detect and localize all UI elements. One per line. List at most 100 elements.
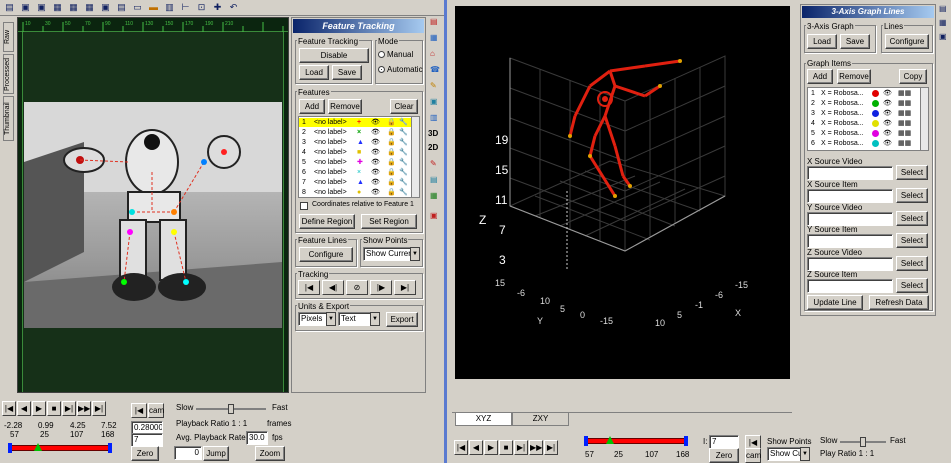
feature-list[interactable]: 1 <no label> + 👁 🔒 🔧 2 <no label> × 👁 🔒 … — [298, 116, 420, 198]
source-select-button[interactable]: Select — [896, 233, 928, 248]
graph-item-row[interactable]: 3 X = Robosa... 👁 ▦▦ — [808, 109, 928, 118]
slider-end-handle[interactable] — [108, 443, 112, 453]
toolbar-icon-12[interactable]: ⊢ — [179, 1, 192, 14]
toolbar-icon-8[interactable]: ▤ — [115, 1, 128, 14]
feature-row[interactable]: 6 <no label> × 👁 🔒 🔧 — [299, 168, 419, 177]
lock-icon[interactable]: 🔒 — [387, 148, 396, 157]
feature-row[interactable]: 2 <no label> × 👁 🔒 🔧 — [299, 128, 419, 137]
tool-icon[interactable]: 🔧 — [399, 128, 408, 137]
graph-item-copy-button[interactable]: Copy — [899, 69, 927, 84]
source-select-button[interactable]: Select — [896, 165, 928, 180]
jump-field[interactable]: 0 — [174, 446, 202, 460]
graph-item-row[interactable]: 2 X = Robosa... 👁 ▦▦ — [808, 99, 928, 108]
disable-button[interactable]: Disable — [299, 48, 369, 63]
tool-icon[interactable]: 🔧 — [399, 188, 408, 197]
lock-icon[interactable]: 🔒 — [387, 188, 396, 197]
side-icon[interactable]: ▤ — [430, 175, 438, 184]
fast-forward-button[interactable]: ▶▶ — [77, 401, 91, 416]
eye-icon[interactable]: 👁 — [883, 129, 892, 138]
eye-icon[interactable]: 👁 — [371, 118, 380, 127]
eye-icon[interactable]: 👁 — [883, 109, 892, 118]
graph-items-list[interactable]: 1 X = Robosa... 👁 ▦▦ 2 X = Robosa... 👁 ▦… — [807, 87, 929, 151]
tab-raw[interactable]: Raw — [3, 22, 14, 52]
source-field[interactable] — [807, 166, 893, 180]
tab-processed[interactable]: Processed — [3, 54, 14, 94]
track-start-button[interactable]: |◀ — [298, 280, 320, 295]
tool-icon[interactable]: 🔧 — [399, 148, 408, 157]
grid-icon[interactable]: ▦▦ — [898, 99, 911, 108]
eye-icon[interactable]: 👁 — [883, 99, 892, 108]
feature-row[interactable]: 7 <no label> ▲ 👁 🔒 🔧 — [299, 178, 419, 187]
frame-range-slider[interactable] — [8, 443, 112, 453]
graph-item-row[interactable]: 5 X = Robosa... 👁 ▦▦ — [808, 129, 928, 138]
side-icon[interactable]: ✎ — [430, 81, 437, 90]
step-back-button[interactable]: ◀ — [17, 401, 31, 416]
define-region-button[interactable]: Define Region — [299, 214, 355, 229]
tab-xyz[interactable]: XYZ — [455, 413, 512, 426]
toolbar-icon-6[interactable]: ▦ — [83, 1, 96, 14]
coords-relative-checkbox[interactable] — [300, 202, 308, 210]
eye-icon[interactable]: 👁 — [371, 168, 380, 177]
eye-icon[interactable]: 👁 — [371, 148, 380, 157]
eye-icon[interactable]: 👁 — [371, 188, 380, 197]
slider-end-handle[interactable] — [684, 436, 688, 446]
lock-icon[interactable]: 🔒 — [387, 138, 396, 147]
feature-lines-configure-button[interactable]: Configure — [299, 247, 353, 262]
track-forward-button[interactable]: |▶ — [370, 280, 392, 295]
source-field[interactable] — [807, 279, 893, 293]
toolbar-icon-9[interactable]: ▭ — [131, 1, 144, 14]
tool-icon[interactable]: 🔧 — [399, 158, 408, 167]
feature-row[interactable]: 3 <no label> ▲ 👁 🔒 🔧 — [299, 138, 419, 147]
play-button[interactable]: ▶ — [32, 401, 46, 416]
frame-field[interactable]: 7 — [131, 433, 163, 447]
toolbar-icon-7[interactable]: ▣ — [99, 1, 112, 14]
feature-clear-button[interactable]: Clear — [390, 99, 418, 114]
goto-start-button[interactable]: |◀ — [2, 401, 16, 416]
graph-item-remove-button[interactable]: Remove — [837, 69, 871, 84]
grid-icon[interactable]: ▦▦ — [898, 89, 911, 98]
lock-icon[interactable]: 🔒 — [387, 158, 396, 167]
side-icon[interactable]: ▤ — [430, 17, 438, 26]
side-icon[interactable]: ▦ — [430, 191, 438, 200]
source-select-button[interactable]: Select — [896, 188, 928, 203]
fast-forward-button[interactable]: ▶▶ — [529, 440, 543, 455]
toolbar-icon-11[interactable]: ▥ — [163, 1, 176, 14]
camera-button[interactable]: cam — [745, 448, 761, 463]
side-icon[interactable]: ▣ — [430, 97, 438, 106]
source-select-button[interactable]: Select — [896, 211, 928, 226]
graph-items-scrollbar[interactable] — [920, 88, 928, 150]
side-icon[interactable]: ☎ — [430, 65, 440, 74]
goto-end-button[interactable]: ▶| — [544, 440, 558, 455]
source-field[interactable] — [807, 212, 893, 226]
manual-radio[interactable] — [378, 51, 385, 58]
refresh-data-button[interactable]: Refresh Data — [869, 295, 929, 310]
step-forward-button[interactable]: ▶| — [62, 401, 76, 416]
show-points-select[interactable]: Show Curren — [363, 247, 411, 261]
lock-icon[interactable]: 🔒 — [387, 168, 396, 177]
tool-icon[interactable]: 🔧 — [399, 168, 408, 177]
source-select-button[interactable]: Select — [896, 278, 928, 293]
side-icon[interactable]: ▦ — [430, 33, 438, 42]
feature-add-button[interactable]: Add — [299, 99, 325, 114]
zero-button[interactable]: Zero — [131, 446, 159, 461]
toolbar-icon-13[interactable]: ⊡ — [195, 1, 208, 14]
export-button[interactable]: Export — [386, 312, 418, 327]
avg-rate-field[interactable]: 30.0 — [246, 431, 268, 445]
ft-load-button[interactable]: Load — [299, 65, 329, 80]
feature-remove-button[interactable]: Remove — [328, 99, 362, 114]
feature-row[interactable]: 5 <no label> ✚ 👁 🔒 🔧 — [299, 158, 419, 167]
stop-button[interactable]: ■ — [47, 401, 61, 416]
graph-item-add-button[interactable]: Add — [807, 69, 833, 84]
tab-zxy[interactable]: ZXY — [512, 413, 569, 426]
graph-item-row[interactable]: 1 X = Robosa... 👁 ▦▦ — [808, 89, 928, 98]
goto-end-button[interactable]: ▶| — [92, 401, 106, 416]
slider-current-handle[interactable] — [34, 443, 42, 451]
eye-icon[interactable]: 👁 — [883, 119, 892, 128]
goto-start-button[interactable]: |◀ — [454, 440, 468, 455]
track-end-button[interactable]: ▶| — [394, 280, 416, 295]
graph-item-row[interactable]: 4 X = Robosa... 👁 ▦▦ — [808, 119, 928, 128]
source-field[interactable] — [807, 257, 893, 271]
chevron-down-icon[interactable]: ▼ — [800, 447, 810, 461]
track-stop-button[interactable]: ⊘ — [346, 280, 368, 295]
toolbar-icon-10[interactable]: ▬ — [147, 1, 160, 14]
